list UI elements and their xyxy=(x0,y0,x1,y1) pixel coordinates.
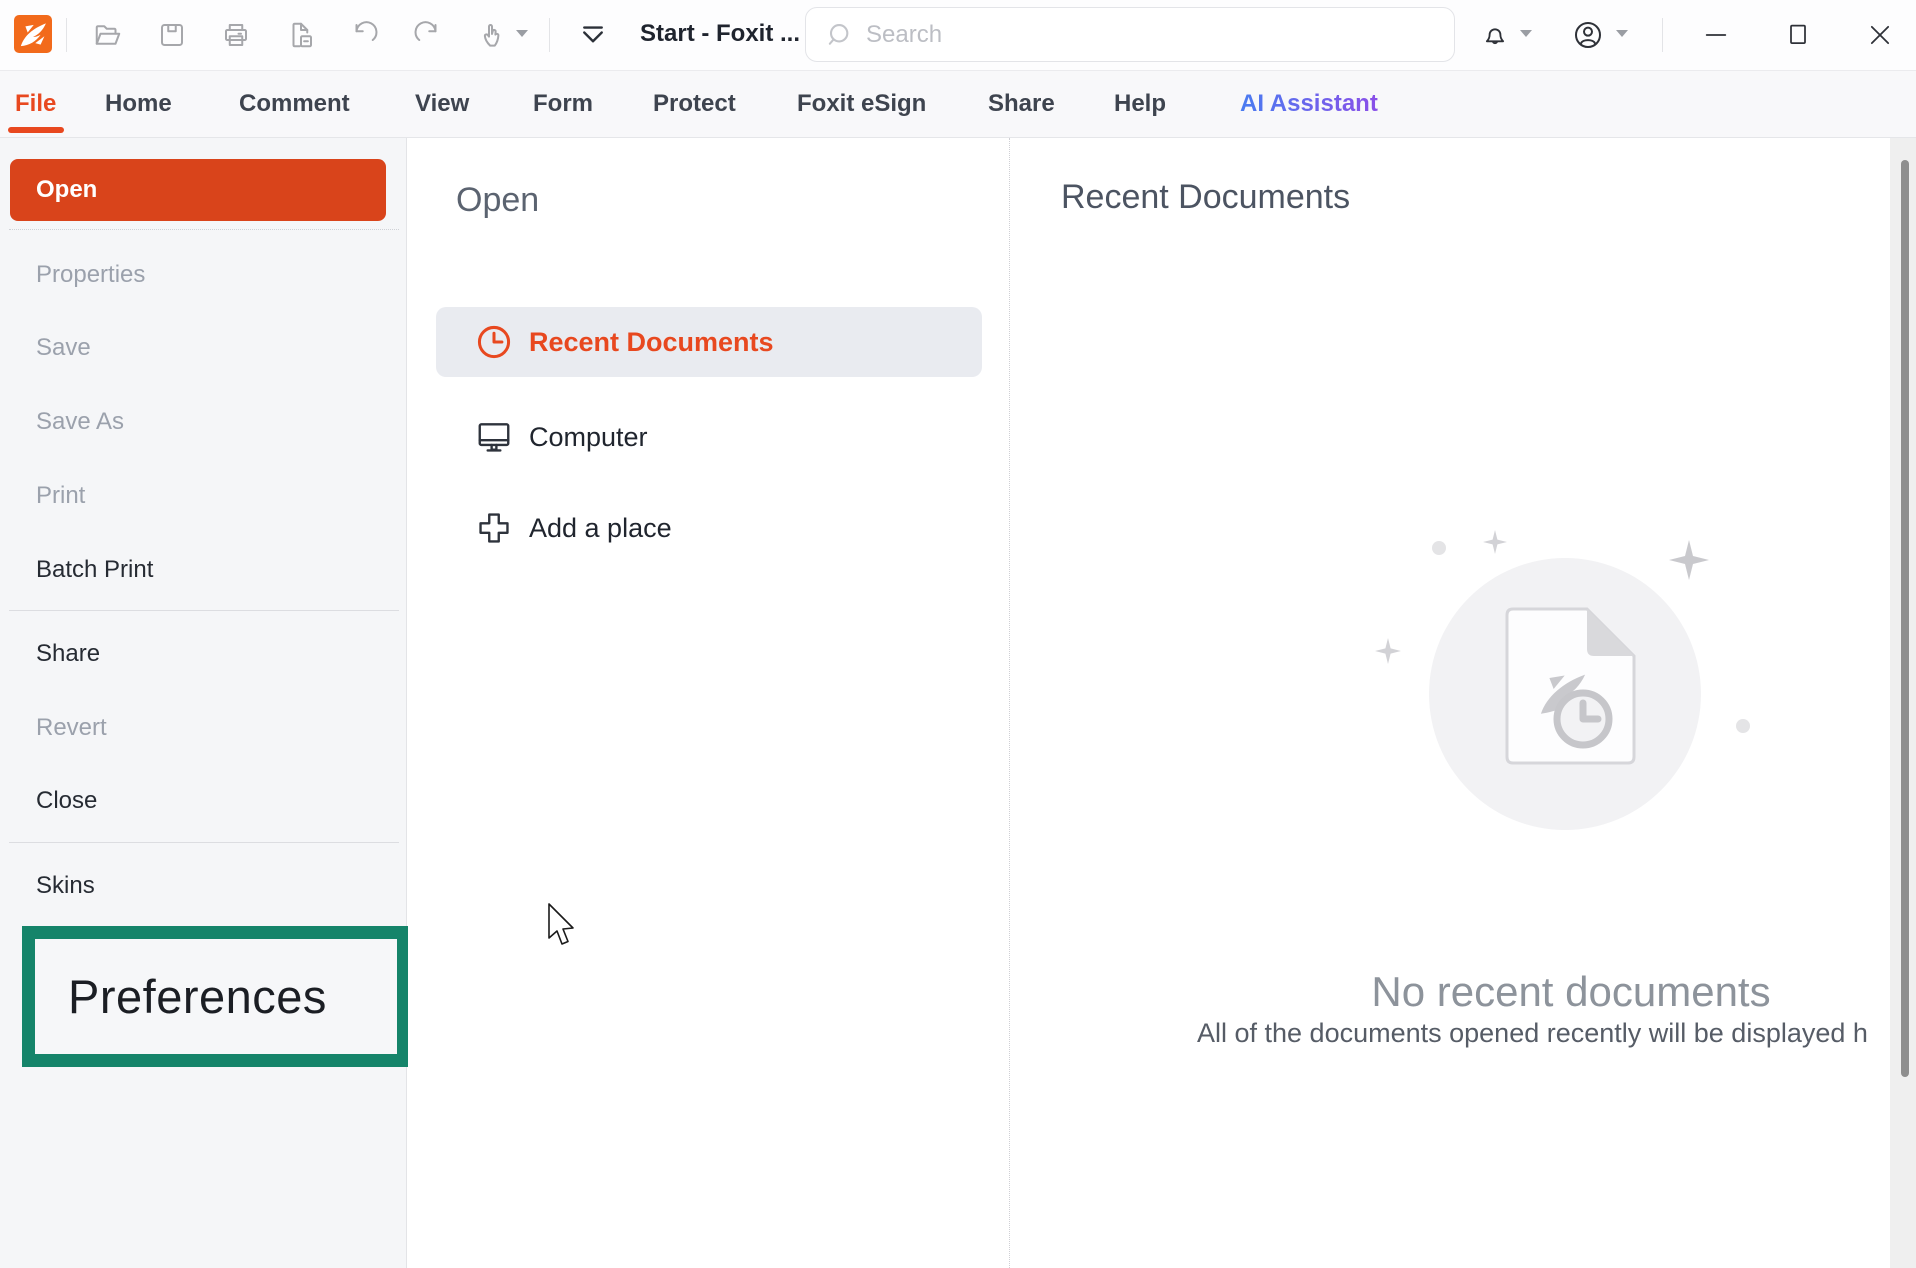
sparkle-star-icon xyxy=(1483,530,1507,554)
collapse-toolbar-button[interactable] xyxy=(575,17,611,53)
sparkle-star-icon xyxy=(1669,540,1709,580)
recent-panel-title: Recent Documents xyxy=(1061,178,1351,216)
sidebar-separator xyxy=(9,229,399,230)
create-pdf-button[interactable] xyxy=(283,17,319,53)
sidebar-item-preferences[interactable]: Preferences xyxy=(68,969,327,1024)
open-panel-title: Open xyxy=(456,181,540,219)
tab-help[interactable]: Help xyxy=(1114,71,1166,137)
maximize-icon xyxy=(1790,24,1806,45)
tab-form[interactable]: Form xyxy=(533,71,593,137)
sidebar-item-revert: Revert xyxy=(36,714,107,741)
minimize-button[interactable] xyxy=(1698,17,1734,53)
place-item-label: Recent Documents xyxy=(529,326,774,357)
empty-state-title: No recent documents xyxy=(1371,968,1771,1015)
notifications-dropdown[interactable] xyxy=(1520,30,1532,37)
printer-icon xyxy=(225,24,247,46)
sidebar-item-skins[interactable]: Skins xyxy=(0,868,406,904)
redo-icon xyxy=(414,21,437,41)
document-tab[interactable]: Start - Foxit ... xyxy=(640,20,810,48)
vertical-scrollbar[interactable] xyxy=(1890,138,1916,1268)
search-box[interactable] xyxy=(805,7,1455,62)
redo-button[interactable] xyxy=(410,17,446,53)
place-item-computer[interactable]: Computer xyxy=(436,402,982,472)
undo-icon xyxy=(355,21,378,41)
user-icon xyxy=(1575,22,1601,48)
active-tab-indicator xyxy=(8,127,64,133)
place-item-recent-documents[interactable]: Recent Documents xyxy=(436,307,982,377)
sparkle-dot-icon xyxy=(1736,719,1750,733)
open-panel: Open Recent Documents Computer Add a pla… xyxy=(408,138,1009,1268)
tab-protect[interactable]: Protect xyxy=(653,71,736,137)
sidebar-item-save-as: Save As xyxy=(36,408,125,435)
clock-badge-icon xyxy=(1553,689,1613,749)
tab-share[interactable]: Share xyxy=(988,71,1055,137)
search-input[interactable] xyxy=(866,20,1406,49)
sparkle-dot-icon xyxy=(1432,541,1446,555)
tab-ai-assistant[interactable]: AI Assistant xyxy=(1240,71,1378,137)
page-export-icon xyxy=(292,22,312,48)
empty-state-subtitle: All of the documents opened recently wil… xyxy=(1197,1018,1868,1048)
print-button[interactable] xyxy=(218,17,254,53)
tab-view[interactable]: View xyxy=(415,71,469,137)
sidebar-separator xyxy=(9,610,399,611)
maximize-button[interactable] xyxy=(1780,17,1816,53)
mouse-cursor xyxy=(548,903,574,945)
tab-home[interactable]: Home xyxy=(105,71,172,137)
undo-button[interactable] xyxy=(346,17,382,53)
toolbar-separator xyxy=(66,18,67,52)
file-menu-sidebar: Open Properties Save Save As Print Batch… xyxy=(0,138,410,1268)
search-icon xyxy=(828,23,849,45)
sidebar-item-batch-print[interactable]: Batch Print xyxy=(0,552,406,588)
plus-icon xyxy=(475,509,513,547)
sidebar-separator xyxy=(9,842,399,843)
tab-comment[interactable]: Comment xyxy=(239,71,350,137)
hand-tool-dropdown[interactable] xyxy=(516,30,528,37)
notifications-button[interactable] xyxy=(1477,17,1513,53)
collapse-chevron-icon xyxy=(583,26,603,43)
place-item-add-a-place[interactable]: Add a place xyxy=(436,493,982,563)
sidebar-item-properties: Properties xyxy=(36,261,146,288)
toolbar-separator xyxy=(1662,18,1663,52)
title-bar: Start - Foxit ... xyxy=(0,0,1916,70)
minimize-icon xyxy=(1705,34,1727,36)
account-dropdown[interactable] xyxy=(1616,30,1628,37)
toolbar-separator xyxy=(549,18,550,52)
preferences-highlight-annotation: Preferences xyxy=(22,926,410,1067)
place-item-label: Computer xyxy=(529,421,648,452)
sidebar-item-print: Print xyxy=(36,482,86,509)
foxit-logo-icon xyxy=(14,15,52,53)
place-item-label: Add a place xyxy=(529,512,672,543)
bell-icon xyxy=(1485,28,1505,45)
folder-open-icon xyxy=(95,25,121,45)
close-icon xyxy=(1870,25,1890,45)
computer-icon xyxy=(475,418,513,456)
save-icon xyxy=(161,24,183,46)
scrollbar-thumb[interactable] xyxy=(1901,160,1909,1077)
open-file-button[interactable] xyxy=(90,17,126,53)
close-window-button[interactable] xyxy=(1862,17,1898,53)
file-backstage: Open Properties Save Save As Print Batch… xyxy=(0,138,1916,1268)
tab-foxit-esign[interactable]: Foxit eSign xyxy=(797,71,926,137)
sidebar-item-open[interactable]: Open xyxy=(10,159,386,221)
menu-bar: File Home Comment View Form Protect Foxi… xyxy=(0,70,1916,138)
hand-tool-button[interactable] xyxy=(474,17,510,53)
sidebar-item-save: Save xyxy=(36,334,91,361)
sidebar-item-label: Open xyxy=(36,176,98,203)
foxit-window: Start - Foxit ... Search File Home Comme… xyxy=(0,0,1916,1268)
sidebar-item-close[interactable]: Close xyxy=(0,783,406,819)
sidebar-item-share[interactable]: Share xyxy=(0,636,406,672)
recent-documents-panel: Recent Documents No recent documents All… xyxy=(1009,138,1890,1268)
sparkle-star-icon xyxy=(1375,638,1401,664)
hand-icon xyxy=(483,24,500,47)
save-button[interactable] xyxy=(154,17,190,53)
clock-icon xyxy=(475,323,513,361)
account-button[interactable] xyxy=(1570,17,1606,53)
